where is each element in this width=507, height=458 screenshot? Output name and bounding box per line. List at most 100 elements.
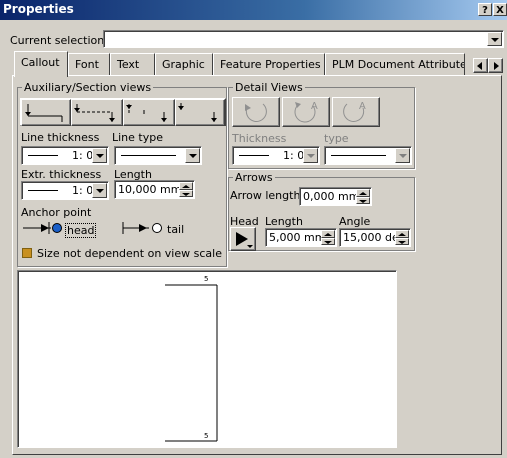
line-thickness-combo[interactable]: 1: 0 (21, 146, 109, 165)
extr-thickness-label: Extr. thickness (21, 168, 102, 181)
preview-marker-bottom: 5 (204, 432, 208, 440)
tab-feature-properties-label: Feature Properties (220, 58, 321, 71)
tab-feature-properties[interactable]: Feature Properties (213, 53, 325, 75)
detail-type-combo[interactable] (324, 146, 412, 165)
arrow-length-spin-buttons[interactable] (356, 189, 370, 204)
detail-letter-2: A (359, 101, 366, 112)
length-spinner[interactable]: 10,000 mm (114, 180, 195, 199)
callout-style-1-icon (25, 104, 63, 122)
detail-letter: A (311, 101, 318, 112)
arrows-legend: Arrows (235, 171, 273, 184)
arrow-length-label: Arrow length: (230, 189, 305, 202)
arrow-head-style-button[interactable] (230, 227, 256, 251)
detail-type-label: type (324, 132, 349, 145)
aux-view-style-1-button[interactable] (21, 99, 71, 126)
tab-callout-label: Callout (21, 56, 60, 69)
detail-type-sample (331, 155, 386, 156)
anchor-point-label: Anchor point (21, 206, 92, 219)
arrow-size-length-label: Length (265, 215, 303, 228)
chevron-down-icon[interactable] (395, 148, 410, 163)
spin-down-icon[interactable] (179, 189, 193, 197)
tab-graphic-label: Graphic (162, 58, 205, 71)
detail-circle-arrow-icon (245, 103, 267, 122)
window-title: Properties (3, 2, 74, 16)
aux-view-style-2-button[interactable] (71, 99, 123, 126)
spin-down-icon[interactable] (395, 237, 409, 245)
tab-callout[interactable]: Callout (14, 51, 68, 77)
callout-style-2-icon (74, 104, 115, 122)
arrow-angle-value: 15,000 de (343, 231, 395, 244)
anchor-tail-label[interactable]: tail (167, 223, 184, 236)
auxiliary-section-views-legend: Auxiliary/Section views (24, 81, 152, 94)
anchor-tail-icon (122, 222, 162, 234)
chevron-down-icon[interactable] (92, 148, 107, 163)
arrow-length-value: 0,000 mm (303, 190, 360, 203)
current-selection-label: Current selection : (10, 34, 112, 47)
detail-thickness-sample (239, 155, 269, 156)
detail-view-style-2-button[interactable]: A (282, 97, 330, 127)
chevron-right-icon (494, 62, 499, 70)
help-button[interactable]: ? (478, 3, 492, 16)
spin-up-icon[interactable] (179, 182, 193, 190)
current-selection-combo[interactable] (103, 30, 504, 48)
arrow-head-icon (236, 232, 253, 248)
spin-down-icon[interactable] (321, 237, 335, 245)
line-thickness-sample (28, 155, 58, 156)
arrow-size-length-value: 5,000 mm (269, 231, 326, 244)
tab-text-label: Text (117, 58, 140, 71)
detail-view-style-3-button[interactable]: A (332, 97, 380, 127)
size-not-dependent-label: Size not dependent on view scale (37, 247, 222, 260)
tab-text[interactable]: Text (110, 53, 155, 75)
chevron-down-icon[interactable] (303, 148, 318, 163)
anchor-head-icon (23, 222, 62, 234)
size-not-dependent-checkbox[interactable] (22, 248, 32, 258)
length-value: 10,000 mm (118, 183, 182, 196)
detail-thickness-label: Thickness (232, 132, 287, 145)
line-thickness-label: Line thickness (21, 131, 100, 144)
tab-graphic[interactable]: Graphic (155, 53, 213, 75)
chevron-down-icon[interactable] (92, 183, 107, 198)
chevron-left-icon (477, 62, 482, 70)
spin-up-icon[interactable] (356, 189, 370, 197)
spin-up-icon[interactable] (395, 230, 409, 238)
length-spin-buttons[interactable] (179, 182, 193, 197)
detail-thickness-value: 1: 0 (283, 149, 305, 162)
spin-down-icon[interactable] (356, 196, 370, 204)
line-thickness-value: 1: 0 (72, 149, 94, 162)
aux-view-style-4-button[interactable] (175, 99, 225, 126)
detail-circle-letter-2-icon: A (343, 101, 366, 122)
arrow-angle-spin-buttons[interactable] (395, 230, 409, 245)
extr-thickness-value: 1: 0 (72, 184, 94, 197)
arrow-size-length-spin-buttons[interactable] (321, 230, 335, 245)
extr-thickness-combo[interactable]: 1: 0 (21, 181, 109, 200)
anchor-head-label[interactable]: head (65, 223, 97, 238)
line-type-label: Line type (112, 131, 163, 144)
chevron-down-icon[interactable] (487, 32, 502, 46)
callout-style-4-icon (178, 103, 217, 122)
tab-scroll-right-button[interactable] (488, 58, 503, 73)
callout-style-3-icon (126, 104, 167, 122)
arrow-length-spinner[interactable]: 0,000 mm (299, 187, 372, 206)
tab-plm-label: PLM Document Attributes (332, 58, 465, 71)
tab-font-label: Font (75, 58, 99, 71)
tab-font[interactable]: Font (68, 53, 110, 75)
detail-view-style-1-button[interactable] (232, 97, 280, 127)
line-type-combo[interactable] (114, 146, 202, 165)
tab-scroll-left-button[interactable] (473, 58, 488, 73)
close-button[interactable]: X (493, 3, 507, 16)
spin-up-icon[interactable] (321, 230, 335, 238)
callout-preview-drawing: 5 5 (165, 275, 218, 442)
tab-plm-document-attributes[interactable]: PLM Document Attributes{ (325, 53, 465, 75)
callout-preview-area: 5 5 (17, 270, 397, 448)
detail-thickness-combo[interactable]: 1: 0 (232, 146, 320, 165)
extr-thickness-sample (28, 190, 58, 191)
preview-marker-top: 5 (204, 275, 208, 283)
arrow-angle-spinner[interactable]: 15,000 de (339, 228, 411, 247)
aux-view-style-3-button[interactable] (123, 99, 175, 126)
detail-circle-letter-icon: A (294, 101, 318, 123)
arrow-size-length-spinner[interactable]: 5,000 mm (265, 228, 337, 247)
detail-views-legend: Detail Views (235, 81, 303, 94)
chevron-down-icon[interactable] (185, 148, 200, 163)
arrow-angle-label: Angle (339, 215, 371, 228)
line-type-sample (121, 155, 176, 156)
